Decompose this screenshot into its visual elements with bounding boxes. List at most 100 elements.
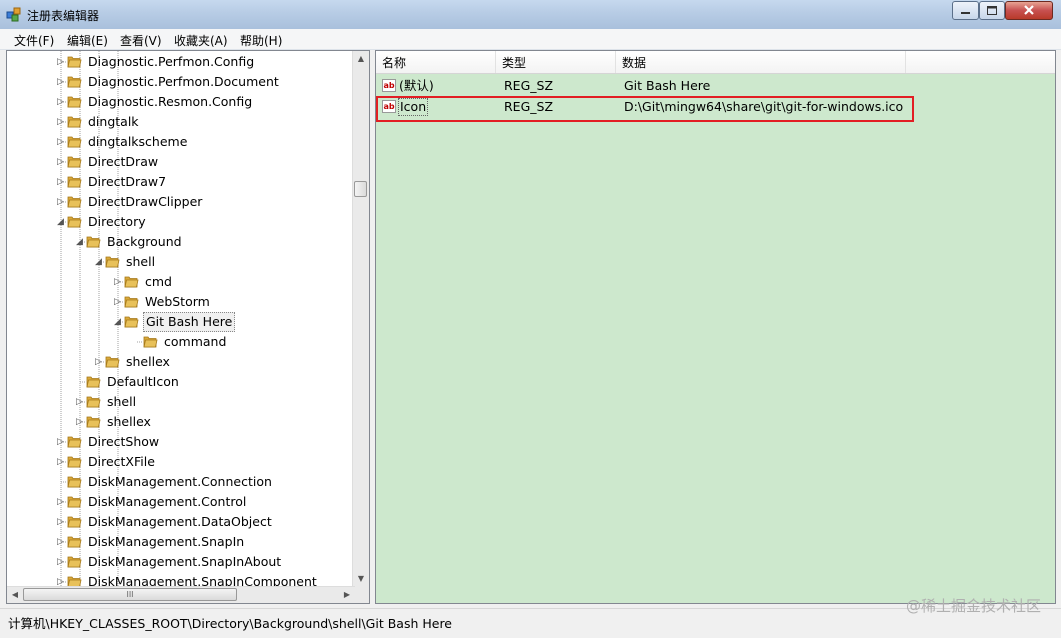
collapse-icon[interactable]: ◢ [57,218,65,227]
folder-icon [67,136,82,148]
folder-icon [67,156,82,168]
menu-file[interactable]: 文件(F) [14,32,54,49]
horizontal-scroll-thumb[interactable]: III [23,588,237,601]
folder-icon [67,116,82,128]
expand-icon[interactable]: ▷ [57,58,65,67]
folder-icon [124,316,139,328]
close-button[interactable] [1005,1,1053,20]
expand-icon[interactable]: ▷ [114,298,122,307]
collapse-icon[interactable]: ◢ [95,258,103,267]
tree-item-label: DiskManagement.Control [88,494,247,509]
collapse-icon[interactable]: ◢ [76,238,84,247]
folder-icon [67,216,82,228]
expand-icon[interactable]: ▷ [76,398,84,407]
status-bar: 计算机\HKEY_CLASSES_ROOT\Directory\Backgrou… [0,597,1061,638]
expand-icon[interactable]: ▷ [57,438,65,447]
folder-icon [67,456,82,468]
registry-app-icon [6,7,21,22]
tree-item-label: Background [107,234,182,249]
maximize-button[interactable] [979,1,1005,20]
expand-icon[interactable]: ▷ [57,78,65,87]
title-bar[interactable]: 注册表编辑器 [0,0,1061,29]
folder-icon [67,56,82,68]
tree-item-label: cmd [145,274,172,289]
scrollbar-corner [353,587,369,603]
folder-icon [86,236,101,248]
tree-item-label: command [164,334,227,349]
folder-icon [67,436,82,448]
menu-bar: 文件(F) 编辑(E) 查看(V) 收藏夹(A) 帮助(H) [0,29,1061,50]
maximize-icon [987,6,997,15]
window-title: 注册表编辑器 [27,9,100,23]
expand-icon[interactable]: ▷ [57,498,65,507]
expand-icon[interactable]: ▷ [114,278,122,287]
folder-icon [67,496,82,508]
menu-favorites[interactable]: 收藏夹(A) [174,32,228,49]
expand-icon[interactable]: ▷ [57,138,65,147]
expand-icon[interactable]: ▷ [76,418,84,427]
tree-item-label: DirectDraw7 [88,174,167,189]
column-header-data[interactable]: 数据 [616,51,906,73]
tree-item-label: Diagnostic.Perfmon.Config [88,54,255,69]
list-row[interactable]: ab (默认) REG_SZ Git Bash Here [376,76,1055,96]
scroll-left-icon[interactable]: ◀ [7,587,23,603]
folder-icon [86,416,101,428]
folder-icon [67,96,82,108]
folder-icon [67,536,82,548]
expand-icon[interactable]: ▷ [57,158,65,167]
folder-icon [86,376,101,388]
minimize-button[interactable] [952,1,979,20]
expand-icon[interactable]: ▷ [57,118,65,127]
tree-item-label: Diagnostic.Resmon.Config [88,94,253,109]
folder-icon [67,556,82,568]
minimize-icon [961,12,970,14]
tree-item-label: Directory [88,214,146,229]
tree-item-label: DirectShow [88,434,160,449]
registry-values-pane[interactable]: 名称 类型 数据 ab (默认) REG_SZ Git Bash Here ab… [375,50,1056,604]
tree-item-label: dingtalkscheme [88,134,188,149]
folder-icon [67,196,82,208]
list-header: 名称 类型 数据 [376,51,1055,74]
expand-icon[interactable]: ▷ [57,578,65,587]
tree-item-label: DefaultIcon [107,374,179,389]
folder-icon [105,356,120,368]
menu-view[interactable]: 查看(V) [120,32,162,49]
expand-icon[interactable]: ▷ [57,98,65,107]
registry-tree-pane[interactable]: ▷ Diagnostic.Perfmon.Config ▷ Diagnostic.Pe… [6,50,370,604]
expand-icon[interactable]: ▷ [57,538,65,547]
tree-item-label: dingtalk [88,114,139,129]
tree-item-label: shellex [107,414,151,429]
tree-item-label: Diagnostic.Perfmon.Document [88,74,279,89]
menu-edit[interactable]: 编辑(E) [67,32,108,49]
column-header-type[interactable]: 类型 [496,51,616,73]
expand-icon[interactable]: ▷ [57,198,65,207]
tree-item-label: shellex [126,354,170,369]
value-data: Git Bash Here [624,78,711,93]
tree-item-label: Git Bash Here [143,312,236,332]
tree-item-label: WebStorm [145,294,210,309]
string-value-icon: ab [382,79,396,92]
expand-icon[interactable]: ▷ [95,358,103,367]
tree-item-label: DiskManagement.DataObject [88,514,272,529]
expand-icon[interactable]: ▷ [57,518,65,527]
expand-icon[interactable]: ▷ [57,178,65,187]
close-icon [1024,5,1034,15]
folder-icon [67,176,82,188]
vertical-scroll-thumb[interactable] [354,181,367,197]
horizontal-scrollbar[interactable]: ◀ III ▶ [7,586,355,603]
expand-icon[interactable]: ▷ [57,458,65,467]
tree-item-label: shell [126,254,156,269]
expand-icon[interactable]: ▷ [57,558,65,567]
scroll-down-icon[interactable]: ▼ [353,571,369,587]
folder-icon [143,336,158,348]
vertical-scrollbar[interactable]: ▲ ▼ [352,51,369,587]
menu-help[interactable]: 帮助(H) [240,32,282,49]
folder-icon [67,476,82,488]
tree-item-label: DirectXFile [88,454,155,469]
status-path: 计算机\HKEY_CLASSES_ROOT\Directory\Backgrou… [8,616,452,631]
tree-item-label: DirectDrawClipper [88,194,203,209]
scroll-up-icon[interactable]: ▲ [353,51,369,67]
column-header-name[interactable]: 名称 [376,51,496,73]
collapse-icon[interactable]: ◢ [114,318,122,327]
folder-icon [124,276,139,288]
